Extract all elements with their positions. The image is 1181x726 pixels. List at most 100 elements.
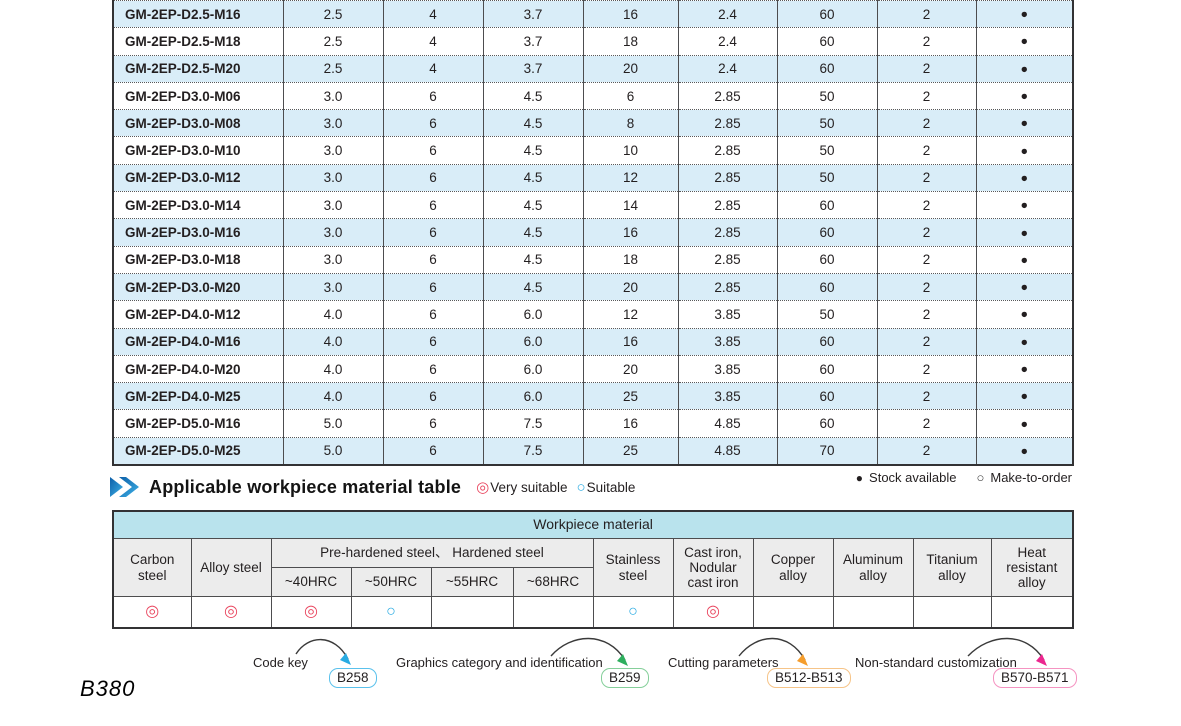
model-cell: GM-2EP-D4.0-M25 bbox=[113, 383, 283, 410]
value-cell: 2.4 bbox=[678, 55, 777, 82]
value-cell: 12 bbox=[583, 164, 678, 191]
stock-dot: ● bbox=[976, 328, 1073, 355]
value-cell: 2.4 bbox=[678, 1, 777, 28]
value-cell: 6 bbox=[383, 192, 483, 219]
value-cell: 2.5 bbox=[283, 1, 383, 28]
model-cell: GM-2EP-D3.0-M20 bbox=[113, 273, 283, 300]
col-55hrc: ~55HRC bbox=[431, 568, 513, 597]
value-cell: 2.5 bbox=[283, 55, 383, 82]
value-cell: 2 bbox=[877, 437, 976, 464]
stock-dot: ● bbox=[976, 219, 1073, 246]
value-cell: 6.0 bbox=[483, 383, 583, 410]
stock-dot: ● bbox=[976, 1, 1073, 28]
value-cell: 4.5 bbox=[483, 246, 583, 273]
empty-rating-cell bbox=[991, 597, 1073, 629]
value-cell: 6.0 bbox=[483, 328, 583, 355]
value-cell: 3.0 bbox=[283, 137, 383, 164]
stock-dot: ● bbox=[976, 410, 1073, 437]
value-cell: 16 bbox=[583, 410, 678, 437]
value-cell: 20 bbox=[583, 355, 678, 382]
value-cell: 4.5 bbox=[483, 192, 583, 219]
col-group-hardened-steel: Pre-hardened steel、 Hardened steel bbox=[271, 539, 593, 568]
stock-available-icon: ● bbox=[856, 471, 863, 485]
value-cell: 50 bbox=[777, 110, 877, 137]
value-cell: 6 bbox=[383, 301, 483, 328]
very-rating-mark: ◎ bbox=[113, 597, 191, 629]
value-cell: 6 bbox=[383, 273, 483, 300]
value-cell: 2 bbox=[877, 383, 976, 410]
stock-dot: ● bbox=[976, 82, 1073, 109]
value-cell: 50 bbox=[777, 137, 877, 164]
model-cell: GM-2EP-D3.0-M18 bbox=[113, 246, 283, 273]
stock-dot: ● bbox=[976, 192, 1073, 219]
col-heat-resistant-alloy: Heat resistant alloy bbox=[991, 539, 1073, 597]
value-cell: 6 bbox=[383, 328, 483, 355]
value-cell: 3.7 bbox=[483, 1, 583, 28]
model-cell: GM-2EP-D4.0-M20 bbox=[113, 355, 283, 382]
value-cell: 4 bbox=[383, 28, 483, 55]
value-cell: 4.0 bbox=[283, 301, 383, 328]
value-cell: 8 bbox=[583, 110, 678, 137]
spec-row: GM-2EP-D3.0-M123.064.5122.85502● bbox=[113, 164, 1073, 191]
spec-row: GM-2EP-D5.0-M255.067.5254.85702● bbox=[113, 437, 1073, 464]
stock-dot: ● bbox=[976, 55, 1073, 82]
col-68hrc: ~68HRC bbox=[513, 568, 593, 597]
model-cell: GM-2EP-D3.0-M08 bbox=[113, 110, 283, 137]
value-cell: 2 bbox=[877, 355, 976, 382]
value-cell: 6 bbox=[383, 164, 483, 191]
very-suitable-icon: ◎ bbox=[476, 480, 489, 495]
value-cell: 12 bbox=[583, 301, 678, 328]
model-cell: GM-2EP-D4.0-M16 bbox=[113, 328, 283, 355]
model-cell: GM-2EP-D3.0-M14 bbox=[113, 192, 283, 219]
value-cell: 2 bbox=[877, 273, 976, 300]
value-cell: 3.0 bbox=[283, 246, 383, 273]
stock-dot: ● bbox=[976, 246, 1073, 273]
value-cell: 4.5 bbox=[483, 219, 583, 246]
spec-row: GM-2EP-D4.0-M204.066.0203.85602● bbox=[113, 355, 1073, 382]
make-to-order-item: ○ Make-to-order bbox=[977, 470, 1073, 485]
very-rating-mark: ◎ bbox=[271, 597, 351, 629]
value-cell: 6.0 bbox=[483, 301, 583, 328]
curved-arrow-icon bbox=[962, 630, 1056, 672]
very-suitable-legend: ◎ Very suitable bbox=[476, 480, 567, 495]
spec-table: GM-2EP-D2.5-M162.543.7162.4602●GM-2EP-D2… bbox=[112, 0, 1074, 466]
stock-dot: ● bbox=[976, 164, 1073, 191]
spec-row: GM-2EP-D4.0-M254.066.0253.85602● bbox=[113, 383, 1073, 410]
col-cast-iron: Cast iron, Nodular cast iron bbox=[673, 539, 753, 597]
curved-arrow-icon bbox=[290, 632, 360, 672]
empty-rating-cell bbox=[513, 597, 593, 629]
value-cell: 2 bbox=[877, 28, 976, 55]
value-cell: 7.5 bbox=[483, 410, 583, 437]
value-cell: 4.0 bbox=[283, 328, 383, 355]
value-cell: 25 bbox=[583, 437, 678, 464]
value-cell: 2 bbox=[877, 1, 976, 28]
value-cell: 4.85 bbox=[678, 437, 777, 464]
value-cell: 5.0 bbox=[283, 410, 383, 437]
value-cell: 2.85 bbox=[678, 192, 777, 219]
value-cell: 20 bbox=[583, 273, 678, 300]
spec-row: GM-2EP-D2.5-M182.543.7182.4602● bbox=[113, 28, 1073, 55]
value-cell: 2 bbox=[877, 82, 976, 109]
model-cell: GM-2EP-D3.0-M10 bbox=[113, 137, 283, 164]
stock-legend: ● Stock available ○ Make-to-order bbox=[856, 470, 1072, 485]
value-cell: 6 bbox=[383, 137, 483, 164]
stock-dot: ● bbox=[976, 137, 1073, 164]
value-cell: 60 bbox=[777, 383, 877, 410]
stock-dot: ● bbox=[976, 383, 1073, 410]
value-cell: 4.5 bbox=[483, 273, 583, 300]
value-cell: 25 bbox=[583, 383, 678, 410]
value-cell: 2 bbox=[877, 246, 976, 273]
suitable-label: Suitable bbox=[587, 480, 636, 495]
value-cell: 4.0 bbox=[283, 383, 383, 410]
col-copper-alloy: Copper alloy bbox=[753, 539, 833, 597]
value-cell: 2 bbox=[877, 192, 976, 219]
suitable-icon: ○ bbox=[577, 480, 586, 495]
page-number: B380 bbox=[80, 676, 135, 702]
value-cell: 3.0 bbox=[283, 110, 383, 137]
spec-row: GM-2EP-D2.5-M162.543.7162.4602● bbox=[113, 1, 1073, 28]
suitable-legend: ○ Suitable bbox=[577, 480, 636, 495]
spec-table-body: GM-2EP-D2.5-M162.543.7162.4602●GM-2EP-D2… bbox=[113, 1, 1073, 465]
model-cell: GM-2EP-D2.5-M16 bbox=[113, 1, 283, 28]
stock-dot: ● bbox=[976, 355, 1073, 382]
page-ref-badge-b570: B570-B571 bbox=[993, 668, 1077, 688]
